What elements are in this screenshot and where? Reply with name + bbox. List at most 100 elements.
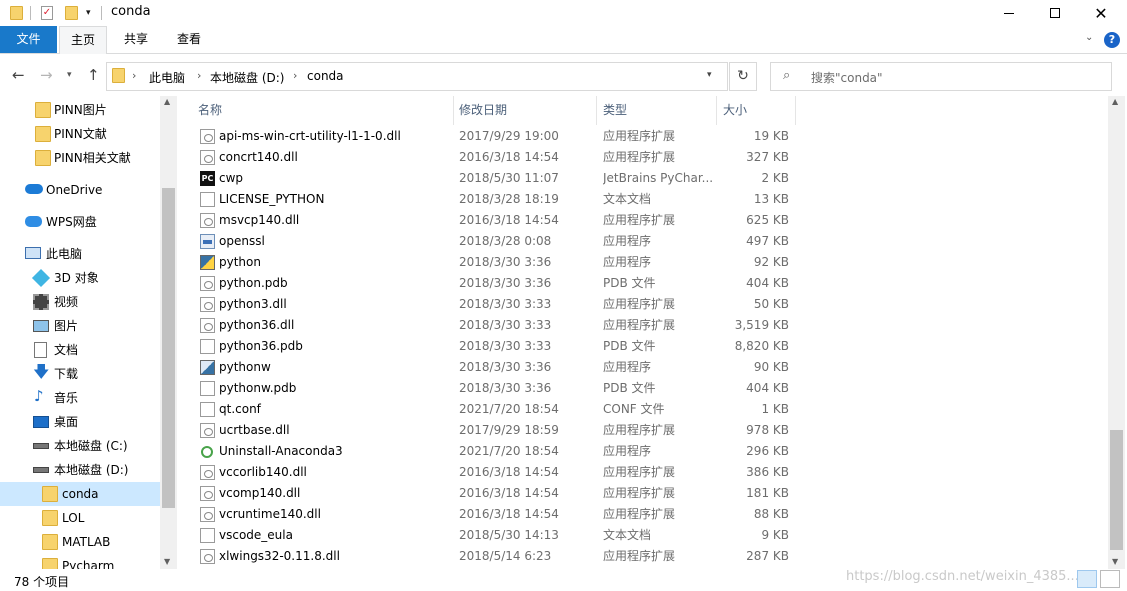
scrollbar-thumb[interactable] [162, 188, 175, 508]
column-divider[interactable] [453, 96, 454, 125]
file-name: vcomp140.dll [219, 486, 301, 500]
table-row[interactable]: vscode_eula 2018/5/30 14:13 文本文档 9 KB [177, 525, 797, 546]
nav-item-3d-objects[interactable]: 3D 对象 [0, 266, 160, 290]
nav-item-videos[interactable]: 视频 [0, 290, 160, 314]
folder-icon[interactable] [10, 5, 23, 21]
nav-item-wps-cloud[interactable]: WPS网盘 [0, 210, 160, 234]
chevron-right-icon[interactable]: › [293, 69, 297, 82]
chevron-down-icon[interactable]: ⌄ [1085, 32, 1093, 43]
table-row[interactable]: concrt140.dll 2016/3/18 14:54 应用程序扩展 327 KB [177, 147, 797, 168]
nav-item-pinn-images[interactable]: PINN图片 [0, 98, 160, 122]
nav-item-onedrive[interactable]: OneDrive [0, 178, 160, 202]
column-divider[interactable] [795, 96, 796, 125]
chevron-right-icon[interactable]: › [197, 69, 201, 82]
table-row[interactable]: pythonw.pdb 2018/3/30 3:36 PDB 文件 404 KB [177, 378, 797, 399]
scroll-up-icon[interactable]: ▲ [164, 97, 170, 106]
nav-item-music[interactable]: ♪ 音乐 [0, 386, 160, 410]
table-row[interactable]: api-ms-win-crt-utility-l1-1-0.dll 2017/9/… [177, 126, 797, 147]
new-folder-icon[interactable] [65, 5, 78, 21]
breadcrumb-this-pc[interactable]: 此电脑 [149, 69, 185, 86]
table-row[interactable]: PC cwp 2018/5/30 11:07 JetBrains PyChar... 2… [177, 168, 797, 189]
nav-item-documents[interactable]: 文档 [0, 338, 160, 362]
breadcrumb-conda[interactable]: conda [307, 69, 344, 83]
column-header-type[interactable]: 类型 [603, 96, 713, 125]
nav-item-downloads[interactable]: 🡇 下载 [0, 362, 160, 386]
nav-item-pycharm[interactable]: Pycharm [0, 554, 160, 569]
file-type: 应用程序扩展 [603, 297, 676, 311]
table-row[interactable]: qt.conf 2021/7/20 18:54 CONF 文件 1 KB [177, 399, 797, 420]
video-icon [33, 294, 49, 310]
table-row[interactable]: python36.pdb 2018/3/30 3:33 PDB 文件 8,820 KB [177, 336, 797, 357]
address-bar[interactable]: › 此电脑 › 本地磁盘 (D:) › conda ▾ [106, 62, 728, 91]
properties-icon[interactable]: ✓ [41, 5, 53, 21]
tab-file[interactable]: 文件 [0, 26, 57, 53]
search-input[interactable]: ⌕ 搜索"conda" [770, 62, 1112, 91]
nav-scrollbar[interactable]: ▲ ▼ [160, 96, 177, 569]
minimize-button[interactable] [986, 0, 1032, 26]
table-row[interactable]: python36.dll 2018/3/30 3:33 应用程序扩展 3,519 KB [177, 315, 797, 336]
maximize-button[interactable] [1032, 0, 1078, 26]
table-row[interactable]: python 2018/3/30 3:36 应用程序 92 KB [177, 252, 797, 273]
nav-item-this-pc[interactable]: 此电脑 [0, 242, 160, 266]
details-view-icon[interactable] [1077, 570, 1097, 588]
breadcrumb-drive-d[interactable]: 本地磁盘 (D:) [210, 69, 284, 86]
file-name: LICENSE_PYTHON [219, 192, 325, 206]
dll-file-icon [200, 297, 215, 312]
table-row[interactable]: pythonw 2018/3/30 3:36 应用程序 90 KB [177, 357, 797, 378]
nav-item-matlab[interactable]: MATLAB [0, 530, 160, 554]
table-row[interactable]: python3.dll 2018/3/30 3:33 应用程序扩展 50 KB [177, 294, 797, 315]
table-row[interactable]: LICENSE_PYTHON 2018/3/28 18:19 文本文档 13 KB [177, 189, 797, 210]
back-arrow-icon[interactable]: ← [12, 66, 25, 84]
column-header-date[interactable]: 修改日期 [459, 96, 589, 125]
nav-item-pictures[interactable]: 图片 [0, 314, 160, 338]
scroll-down-icon[interactable]: ▼ [1112, 557, 1118, 566]
scrollbar-thumb[interactable] [1110, 430, 1123, 550]
address-dropdown-icon[interactable]: ▾ [707, 70, 712, 80]
file-size: 13 KB [753, 192, 789, 206]
large-icons-view-icon[interactable] [1100, 570, 1120, 588]
file-type: 应用程序 [603, 255, 652, 269]
chevron-right-icon[interactable]: › [132, 69, 136, 82]
table-row[interactable]: xlwings32-0.11.8.dll 2018/5/14 6:23 应用程序扩展… [177, 546, 797, 567]
recent-locations-dropdown-icon[interactable]: ▾ [67, 70, 72, 80]
scroll-up-icon[interactable]: ▲ [1112, 97, 1118, 106]
status-bar: 78 个项目 https://blog.csdn.net/weixin_4385… [0, 569, 1127, 591]
up-arrow-icon[interactable]: ↑ [87, 66, 100, 84]
tab-share[interactable]: 共享 [113, 26, 159, 53]
nav-item-lol[interactable]: LOL [0, 506, 160, 530]
file-name: msvcp140.dll [219, 213, 300, 227]
tab-home[interactable]: 主页 [59, 26, 107, 54]
column-divider[interactable] [716, 96, 717, 125]
table-row[interactable]: msvcp140.dll 2016/3/18 14:54 应用程序扩展 625 KB [177, 210, 797, 231]
tab-view[interactable]: 查看 [164, 26, 214, 53]
nav-item-drive-d[interactable]: 本地磁盘 (D:) [0, 458, 160, 482]
table-row[interactable]: ucrtbase.dll 2017/9/29 18:59 应用程序扩展 978 KB [177, 420, 797, 441]
file-name: python3.dll [219, 297, 287, 311]
content-scrollbar[interactable]: ▲ ▼ [1108, 96, 1125, 569]
table-row[interactable]: Uninstall-Anaconda3 2021/7/20 18:54 应用程序 29… [177, 441, 797, 462]
forward-arrow-icon[interactable]: → [40, 66, 53, 84]
refresh-button[interactable]: ↻ [729, 62, 757, 91]
table-row[interactable]: vcomp140.dll 2016/3/18 14:54 应用程序扩展 181 KB [177, 483, 797, 504]
table-row[interactable]: vccorlib140.dll 2016/3/18 14:54 应用程序扩展 386 … [177, 462, 797, 483]
table-row[interactable]: python.pdb 2018/3/30 3:36 PDB 文件 404 KB [177, 273, 797, 294]
file-type: JetBrains PyChar... [603, 171, 714, 185]
nav-item-pinn-literature[interactable]: PINN文献 [0, 122, 160, 146]
file-date: 2018/3/30 3:33 [459, 339, 552, 353]
scroll-down-icon[interactable]: ▼ [164, 557, 170, 566]
nav-item-drive-c[interactable]: 本地磁盘 (C:) [0, 434, 160, 458]
table-row[interactable]: openssl 2018/3/28 0:08 应用程序 497 KB [177, 231, 797, 252]
help-icon[interactable]: ? [1104, 32, 1120, 48]
divider [101, 6, 102, 20]
close-button[interactable]: ✕ [1078, 0, 1124, 26]
uninstall-icon [201, 446, 213, 458]
nav-item-pinn-related[interactable]: PINN相关文献 [0, 146, 160, 170]
column-header-size[interactable]: 大小 [723, 96, 793, 125]
quick-access-dropdown-icon[interactable]: ▾ [86, 5, 91, 21]
column-header-name[interactable]: 名称 [198, 96, 448, 125]
nav-item-desktop[interactable]: 桌面 [0, 410, 160, 434]
nav-item-conda[interactable]: conda [0, 482, 160, 506]
column-divider[interactable] [596, 96, 597, 125]
table-row[interactable]: vcruntime140.dll 2016/3/18 14:54 应用程序扩展 88 … [177, 504, 797, 525]
file-name: vscode_eula [219, 528, 293, 542]
